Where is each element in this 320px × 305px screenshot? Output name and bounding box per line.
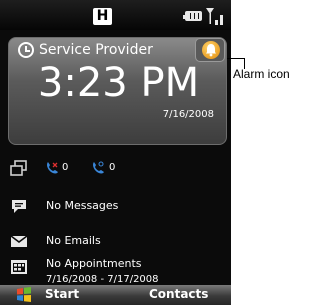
alarm-icon [202,41,220,59]
screen: H Service Provider 3:23 PM 7/16/2008 0 0… [0,0,320,305]
alarm-button[interactable] [195,38,225,62]
clock-date: 7/16/2008 [162,109,214,120]
messages-row[interactable]: No Messages [0,195,231,219]
voicemail-icon [93,161,104,174]
voicemail-count: 0 [109,162,116,173]
contacts-softkey[interactable]: Contacts [149,287,208,301]
softkey-bar: Start Contacts [0,285,231,305]
signal-icon [206,8,223,25]
network-type-icon: H [93,8,112,25]
windows-start-icon[interactable] [16,286,32,303]
emails-row[interactable]: No Emails [0,230,231,254]
clock-icon [18,42,34,58]
appointments-label: No Appointments [46,257,142,270]
email-icon [10,235,28,247]
alarm-callout-label: Alarm icon [233,67,290,81]
missed-call-count: 0 [62,162,69,173]
callout-line [227,58,245,59]
battery-icon [183,11,202,21]
emails-label: No Emails [46,234,101,247]
missed-call-icon [47,162,58,174]
messages-label: No Messages [46,199,119,212]
message-icon [12,200,26,213]
status-bar: H [0,0,231,30]
start-softkey[interactable]: Start [45,287,79,301]
calls-tab-icon [10,160,27,176]
phone-screen: H Service Provider 3:23 PM 7/16/2008 0 0… [0,0,231,305]
provider-name: Service Provider [39,42,153,58]
appointments-row[interactable]: No Appointments 7/16/2008 - 7/17/2008 [0,256,231,286]
home-card[interactable]: Service Provider 3:23 PM 7/16/2008 [8,37,227,145]
calendar-icon [11,260,27,274]
calls-row[interactable]: 0 0 [0,157,231,181]
clock-time: 3:23 PM [37,60,200,106]
